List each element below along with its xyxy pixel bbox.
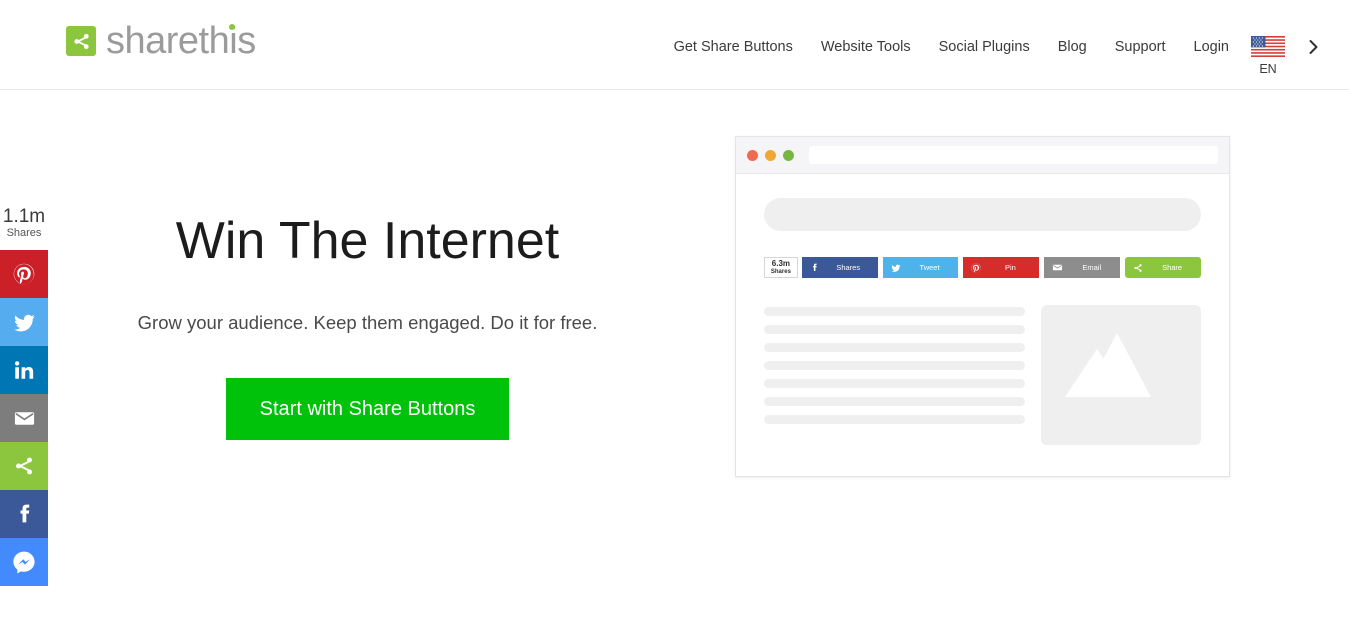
language-selector[interactable]: EN	[1251, 36, 1285, 76]
chevron-right-icon[interactable]	[1307, 37, 1321, 57]
share-network-icon	[16, 457, 32, 475]
main-navigation: Get Share Buttons Website Tools Social P…	[674, 36, 1321, 76]
logo-text: sharethis	[106, 22, 256, 60]
sidebar-button-messenger[interactable]	[0, 538, 48, 586]
browser-url-bar[interactable]	[809, 146, 1218, 164]
nav-link-get-share-buttons[interactable]: Get Share Buttons	[674, 39, 793, 55]
text-line-placeholder	[764, 397, 1025, 406]
inline-share-button-pinterest[interactable]: Pin	[963, 257, 1040, 278]
inline-share-button-sharethis[interactable]: Share	[1125, 257, 1202, 278]
share-network-icon	[1134, 263, 1142, 272]
article-text-lines	[764, 305, 1025, 445]
sidebar-button-twitter[interactable]	[0, 298, 48, 346]
text-line-placeholder	[764, 361, 1025, 370]
facebook-icon	[812, 263, 817, 271]
hero-section: Win The Internet Grow your audience. Kee…	[0, 90, 735, 625]
article-headline-placeholder	[764, 198, 1201, 231]
site-header: sharethis Get Share Buttons Website Tool…	[0, 0, 1349, 90]
sidebar-button-linkedin[interactable]	[0, 346, 48, 394]
messenger-icon	[13, 551, 35, 574]
inline-share-buttons-row: 6.3m Shares Shares Tweet Pin Email Share	[764, 257, 1202, 278]
mountains-icon	[1065, 333, 1151, 397]
hero-subtitle: Grow your audience. Keep them engaged. D…	[137, 312, 598, 333]
logo-accent-dot	[228, 24, 235, 30]
nav-link-website-tools[interactable]: Website Tools	[821, 39, 911, 55]
email-icon	[1053, 264, 1063, 271]
pinterest-icon	[971, 262, 982, 273]
window-close-dot	[747, 149, 758, 161]
sidebar-button-email[interactable]	[0, 394, 48, 442]
email-icon	[14, 411, 34, 425]
nav-link-social-plugins[interactable]: Social Plugins	[939, 39, 1030, 55]
start-with-share-buttons-button[interactable]: Start with Share Buttons	[225, 378, 510, 440]
sidebar-button-pinterest[interactable]	[0, 250, 48, 298]
us-flag-icon	[1251, 36, 1285, 57]
sidebar-share-count-value: 1.1m	[2, 206, 46, 227]
inline-share-counter: 6.3m Shares	[764, 257, 798, 278]
linkedin-icon	[14, 361, 34, 379]
inline-share-button-twitter[interactable]: Tweet	[882, 257, 959, 278]
twitter-icon	[13, 314, 35, 331]
pinterest-icon	[13, 263, 35, 285]
inline-share-button-pinterest-label: Pin	[1004, 263, 1016, 272]
facebook-icon	[20, 504, 30, 523]
text-line-placeholder	[764, 307, 1025, 316]
nav-link-login[interactable]: Login	[1194, 39, 1229, 55]
logo[interactable]: sharethis	[66, 22, 256, 60]
text-line-placeholder	[764, 343, 1025, 352]
browser-content: 6.3m Shares Shares Tweet Pin Email Share	[736, 174, 1229, 445]
sidebar-share-count-label: Shares	[6, 226, 42, 239]
hero-title: Win The Internet	[175, 212, 560, 270]
inline-share-button-twitter-label: Tweet	[919, 263, 940, 272]
article-body-placeholder	[764, 305, 1201, 445]
inline-share-counter-value: 6.3m	[771, 259, 791, 269]
text-line-placeholder	[764, 379, 1025, 388]
inline-share-button-email-label: Email	[1082, 263, 1102, 272]
nav-link-blog[interactable]: Blog	[1058, 39, 1087, 55]
window-minimize-dot	[765, 149, 776, 161]
share-network-icon	[66, 26, 96, 56]
text-line-placeholder	[764, 415, 1025, 424]
window-maximize-dot	[783, 149, 794, 161]
inline-share-button-sharethis-label: Share	[1162, 263, 1183, 272]
article-image-placeholder	[1041, 305, 1201, 445]
text-line-placeholder	[764, 325, 1025, 334]
nav-link-support[interactable]: Support	[1115, 39, 1166, 55]
browser-titlebar	[736, 137, 1229, 174]
inline-share-button-facebook-label: Shares	[836, 263, 861, 272]
browser-mockup: 6.3m Shares Shares Tweet Pin Email Share	[735, 136, 1230, 477]
inline-share-button-facebook[interactable]: Shares	[801, 257, 878, 278]
sidebar-share-count: 1.1m Shares	[0, 205, 48, 250]
inline-share-counter-label: Shares	[770, 268, 791, 275]
language-code-label: EN	[1259, 62, 1277, 76]
twitter-icon	[891, 264, 901, 272]
inline-share-button-email[interactable]: Email	[1044, 257, 1121, 278]
sidebar-button-facebook[interactable]	[0, 490, 48, 538]
floating-share-sidebar: 1.1m Shares	[0, 205, 48, 586]
sidebar-button-sharethis[interactable]	[0, 442, 48, 490]
